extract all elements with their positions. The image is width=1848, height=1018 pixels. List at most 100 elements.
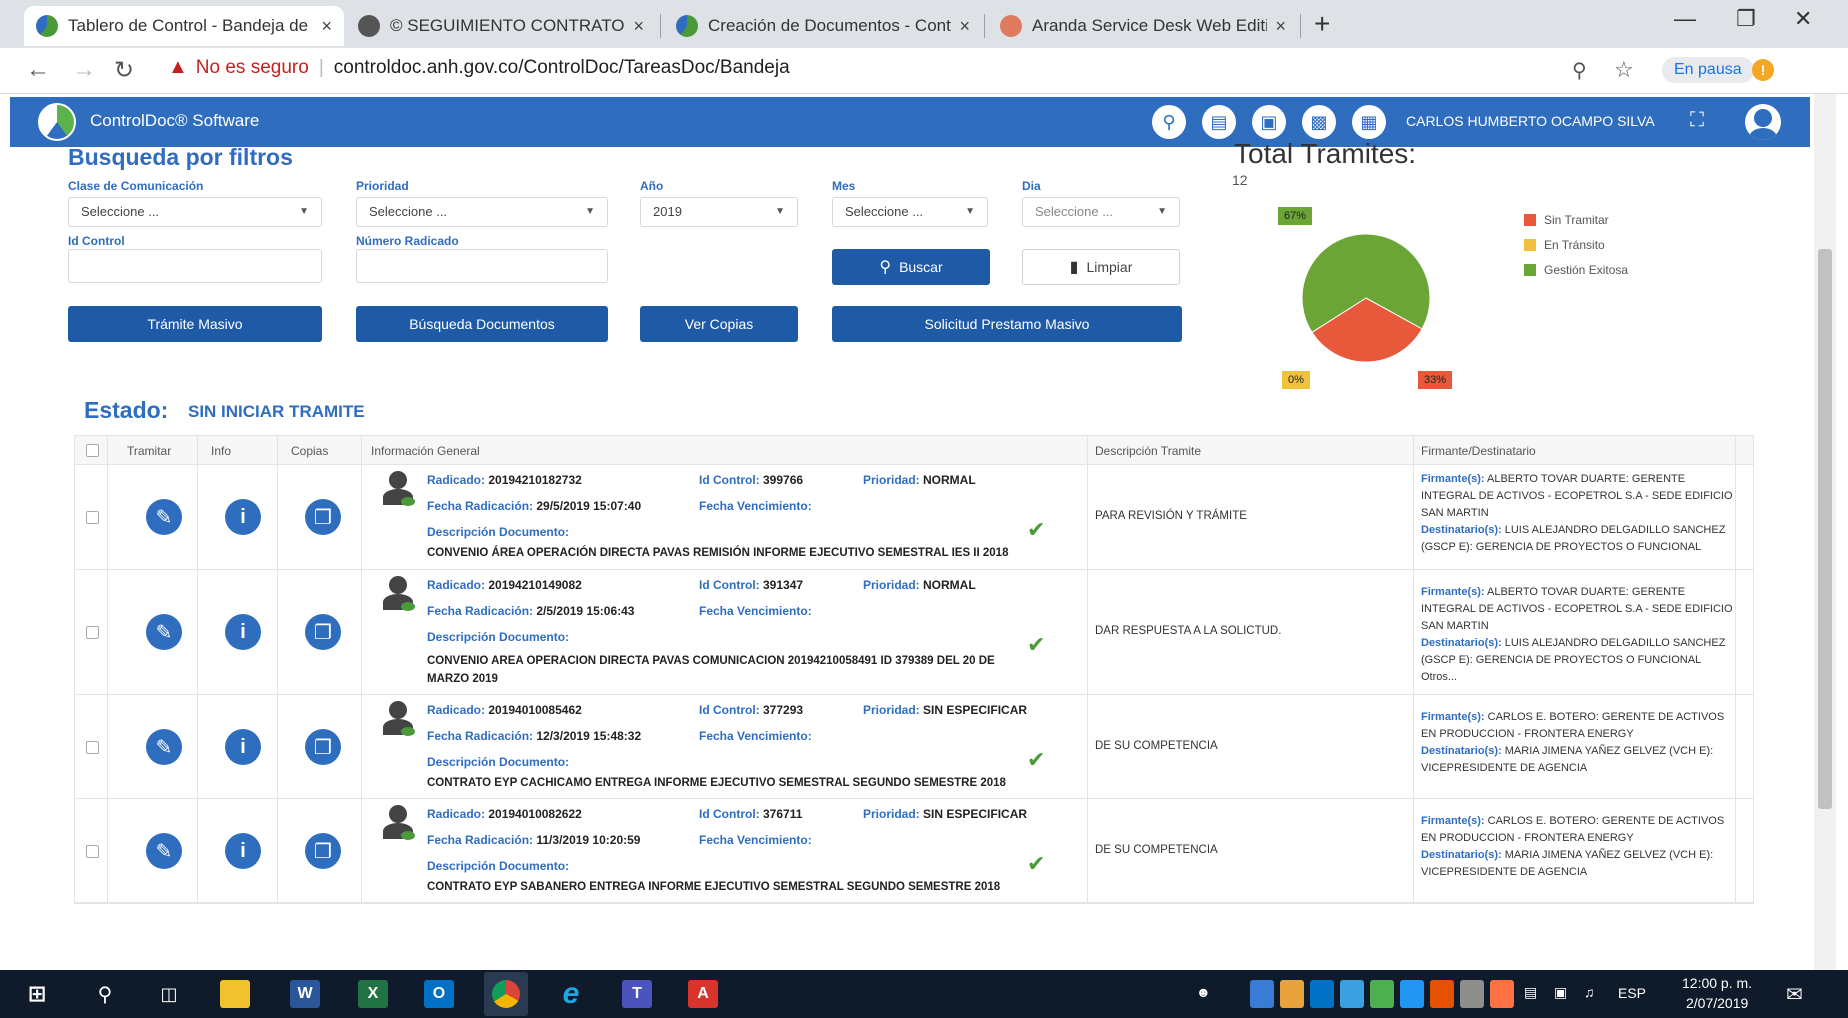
tray-app-icon[interactable]	[1340, 980, 1364, 1008]
legend-item-en-transito[interactable]: En Tránsito	[1524, 238, 1605, 252]
ver-copias-button[interactable]: Ver Copias	[640, 306, 798, 342]
tray-app-icon[interactable]	[1370, 980, 1394, 1008]
zoom-icon[interactable]: ⚲	[1572, 58, 1587, 83]
tramitar-icon[interactable]: ✎	[146, 729, 182, 765]
avatar[interactable]	[1745, 104, 1781, 140]
reload-icon[interactable]: ↻	[114, 56, 134, 85]
legend-item-sin-tramitar[interactable]: Sin Tramitar	[1524, 213, 1609, 227]
user-name[interactable]: CARLOS HUMBERTO OCAMPO SILVA	[1406, 113, 1655, 129]
task-view-icon[interactable]: ◫	[154, 980, 184, 1008]
word-icon[interactable]: W	[290, 980, 320, 1008]
copies-icon[interactable]: ❐	[305, 499, 341, 535]
browser-tab-seguimiento[interactable]: © SEGUIMIENTO CONTRATOS v ×	[346, 6, 656, 46]
back-arrow-icon[interactable]: ←	[26, 56, 50, 84]
inbox-icon[interactable]: ▣	[1252, 105, 1286, 139]
dia-select[interactable]: Seleccione ... ▼	[1022, 197, 1180, 227]
header-firmante-destinatario[interactable]: Firmante/Destinatario	[1421, 444, 1536, 458]
radicado-input[interactable]	[356, 249, 608, 283]
file-explorer-icon[interactable]	[220, 980, 250, 1008]
tray-app-icon[interactable]	[1490, 980, 1514, 1008]
info-icon[interactable]: i	[225, 833, 261, 869]
acrobat-icon[interactable]: A	[688, 980, 718, 1008]
url-text[interactable]: controldoc.anh.gov.co/ControlDoc/TareasD…	[334, 57, 790, 79]
prioridad-select[interactable]: Seleccione ... ▼	[356, 197, 608, 227]
search-icon[interactable]: ⚲	[1152, 105, 1186, 139]
clase-select[interactable]: Seleccione ... ▼	[68, 197, 322, 227]
tray-app-icon[interactable]	[1430, 980, 1454, 1008]
copies-icon[interactable]: ❐	[305, 729, 341, 765]
report-icon[interactable]: ▦	[1352, 105, 1386, 139]
new-tab-button[interactable]: +	[1314, 8, 1330, 40]
sync-paused-chip[interactable]: En pausa	[1662, 57, 1754, 83]
update-alert-icon[interactable]: !	[1752, 59, 1774, 81]
tramitar-icon[interactable]: ✎	[146, 833, 182, 869]
anio-select[interactable]: 2019 ▼	[640, 197, 798, 227]
mes-select[interactable]: Seleccione ... ▼	[832, 197, 988, 227]
display-icon[interactable]: ▣	[1554, 984, 1567, 1001]
fullscreen-icon[interactable]: ⛶	[1690, 109, 1704, 132]
notifications-icon[interactable]: ✉	[1786, 982, 1803, 1007]
print-icon[interactable]: ▩	[1302, 105, 1336, 139]
scrollbar-thumb[interactable]	[1818, 249, 1832, 809]
windows-start-icon[interactable]: ⊞	[22, 980, 52, 1008]
clock-date[interactable]: 2/07/2019	[1686, 995, 1748, 1011]
header-tramitar[interactable]: Tramitar	[127, 444, 171, 458]
header-descripcion-tramite[interactable]: Descripción Tramite	[1095, 444, 1201, 458]
tray-app-icon[interactable]	[1310, 980, 1334, 1008]
restore-icon[interactable]: ❐	[1736, 6, 1756, 32]
search-icon[interactable]: ⚲	[90, 980, 120, 1008]
language-indicator[interactable]: ESP	[1618, 985, 1646, 1001]
row-checkbox[interactable]	[86, 741, 99, 754]
bookmark-star-icon[interactable]: ☆	[1614, 57, 1634, 83]
teams-icon[interactable]: T	[622, 980, 652, 1008]
idcontrol-input[interactable]	[68, 249, 322, 283]
minimize-icon[interactable]: —	[1674, 6, 1696, 32]
busqueda-documentos-button[interactable]: Búsqueda Documentos	[356, 306, 608, 342]
tray-app-icon[interactable]	[1250, 980, 1274, 1008]
row-checkbox[interactable]	[86, 845, 99, 858]
window-close-icon[interactable]: ✕	[1794, 6, 1812, 32]
close-tab-icon[interactable]: ×	[959, 16, 970, 37]
tramitar-icon[interactable]: ✎	[146, 614, 182, 650]
browser-tab-creacion[interactable]: Creación de Documentos - Cont ×	[664, 6, 982, 46]
info-icon[interactable]: i	[225, 499, 261, 535]
chrome-icon[interactable]	[484, 972, 528, 1016]
header-informacion-general[interactable]: Información General	[371, 444, 480, 458]
clock-time[interactable]: 12:00 p. m.	[1682, 975, 1752, 991]
outlook-icon[interactable]: O	[424, 980, 454, 1008]
copies-icon[interactable]: ❐	[305, 833, 341, 869]
info-icon[interactable]: i	[225, 614, 261, 650]
select-all-checkbox[interactable]	[86, 444, 99, 457]
close-tab-icon[interactable]: ×	[321, 16, 332, 37]
internet-explorer-icon[interactable]: e	[556, 977, 586, 1010]
network-icon[interactable]: ▤	[1524, 984, 1537, 1001]
prioridad-label: Prioridad	[356, 179, 409, 193]
browser-tab-tablero[interactable]: Tablero de Control - Bandeja de ×	[24, 6, 344, 46]
legend-item-gestion-exitosa[interactable]: Gestión Exitosa	[1524, 263, 1628, 277]
omnibox[interactable]: ▲ No es seguro | controldoc.anh.gov.co/C…	[168, 56, 790, 79]
excel-icon[interactable]: X	[358, 980, 388, 1008]
close-tab-icon[interactable]: ×	[633, 16, 644, 37]
tray-app-icon[interactable]	[1280, 980, 1304, 1008]
row-checkbox[interactable]	[86, 626, 99, 639]
copies-icon[interactable]: ❐	[305, 614, 341, 650]
solicitud-prestamo-button[interactable]: Solicitud Prestamo Masivo	[832, 306, 1182, 342]
tray-app-icon[interactable]	[1460, 980, 1484, 1008]
volume-icon[interactable]: ♫	[1584, 984, 1595, 1000]
info-icon[interactable]: i	[225, 729, 261, 765]
limpiar-button[interactable]: ▮ Limpiar	[1022, 249, 1180, 285]
header-copias[interactable]: Copias	[291, 444, 328, 458]
tray-app-icon[interactable]	[1400, 980, 1424, 1008]
browser-tab-aranda[interactable]: Aranda Service Desk Web Edition ×	[988, 6, 1298, 46]
row-checkbox[interactable]	[86, 511, 99, 524]
page-scrollbar[interactable]	[1814, 94, 1836, 970]
tramite-masivo-button[interactable]: Trámite Masivo	[68, 306, 322, 342]
insecure-label[interactable]: No es seguro	[196, 57, 309, 79]
header-info[interactable]: Info	[211, 444, 231, 458]
buscar-button[interactable]: ⚲ Buscar	[832, 249, 990, 285]
forward-arrow-icon[interactable]: →	[72, 56, 96, 84]
people-icon[interactable]: ☻	[1196, 984, 1211, 1000]
tramitar-icon[interactable]: ✎	[146, 499, 182, 535]
document-icon[interactable]: ▤	[1202, 105, 1236, 139]
close-tab-icon[interactable]: ×	[1275, 16, 1286, 37]
